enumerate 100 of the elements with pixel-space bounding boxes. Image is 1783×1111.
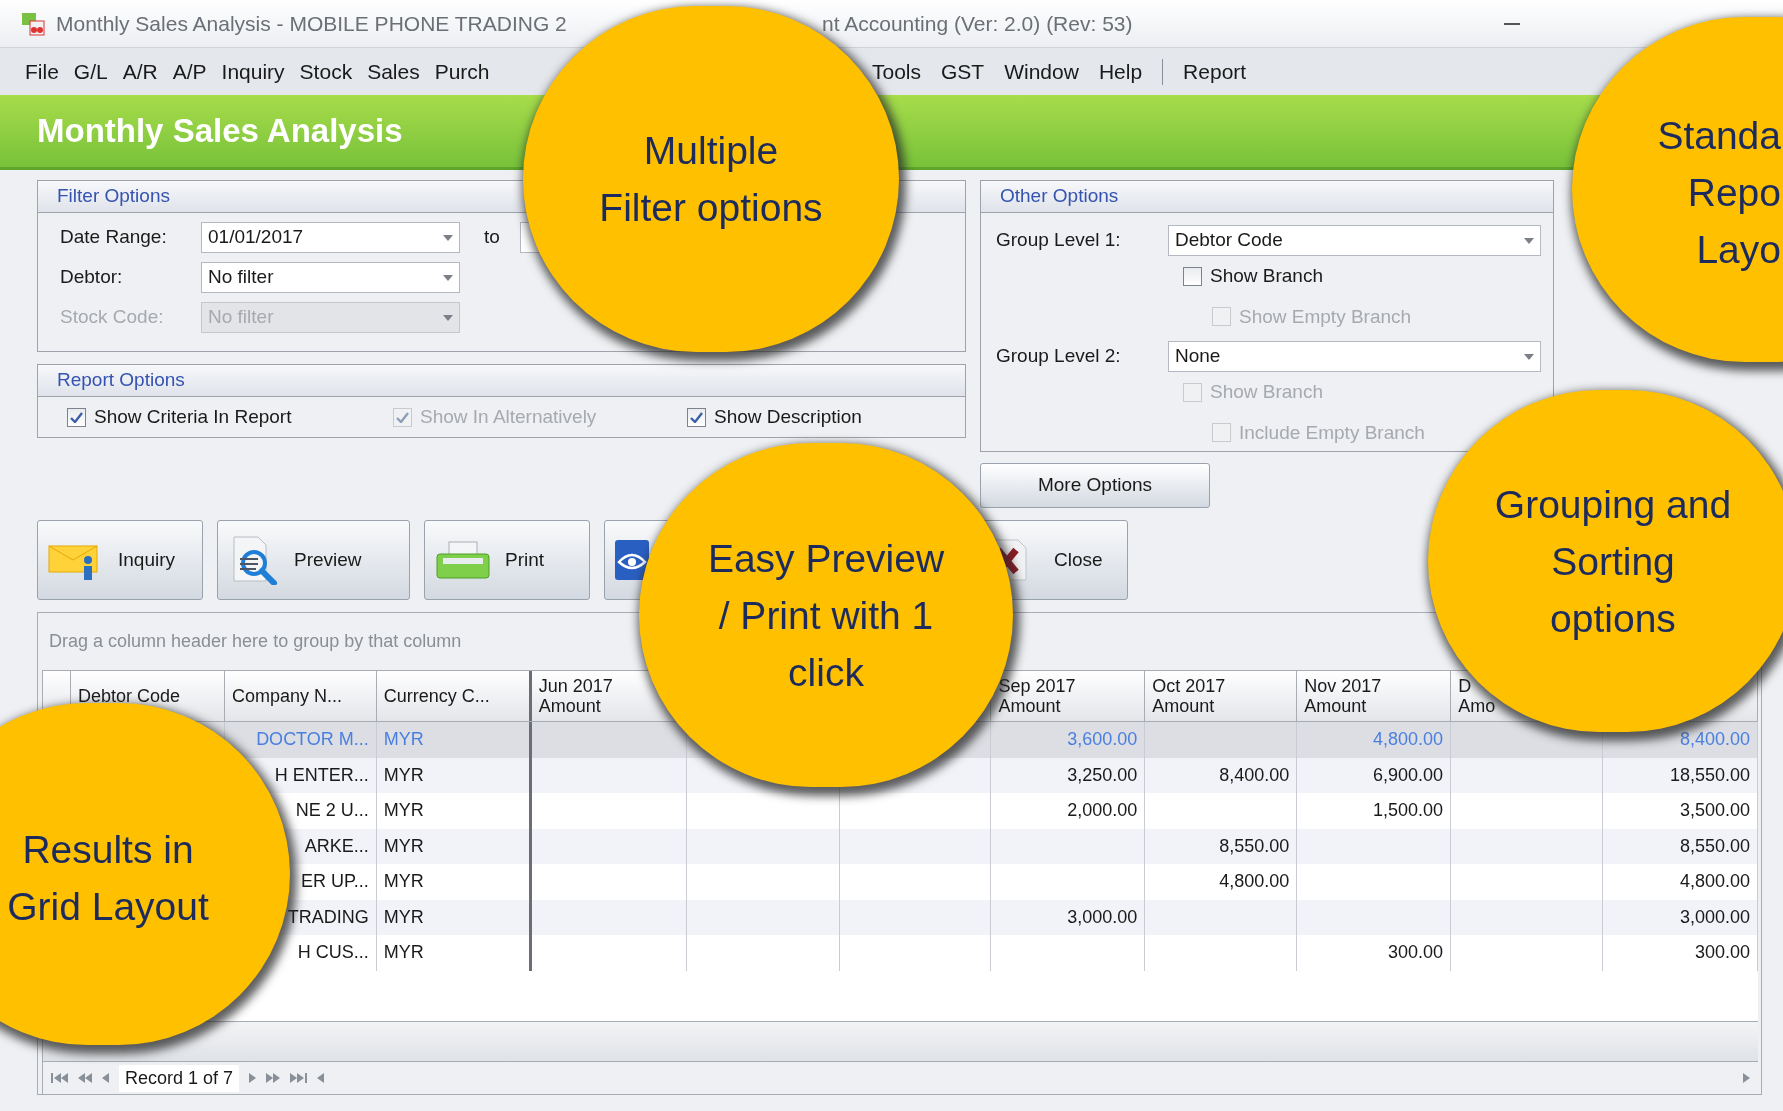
field-label: Debtor: — [60, 265, 124, 290]
callout-text: Sorting — [1551, 538, 1675, 585]
checkbox[interactable] — [67, 407, 86, 427]
table-cell-text: ARKE... — [304, 834, 369, 858]
checkbox-label: Show Branch — [1210, 264, 1323, 288]
table-cell-text: MYR — [383, 763, 424, 787]
dropdown-field[interactable]: Debtor Code — [1168, 225, 1541, 256]
table-cell-text: ER UP... — [301, 870, 369, 894]
callout-text: / Print with 1 — [718, 592, 934, 639]
next-page-icon[interactable] — [266, 1073, 281, 1083]
scroll-left-icon[interactable] — [317, 1073, 325, 1083]
table-cell-text: H ENTER... — [274, 763, 369, 787]
eye-icon — [615, 540, 649, 580]
checkbox-label: Show In Alternatively — [420, 404, 597, 429]
field-label: Stock Code: — [60, 305, 165, 330]
table-cell-text: 1,500.00 — [1373, 799, 1444, 823]
table-cell-text: MYR — [383, 941, 424, 965]
record-counter: Record 1 of 7 — [119, 1064, 240, 1092]
print-button[interactable]: Print — [424, 520, 590, 600]
scroll-right-icon[interactable] — [1743, 1073, 1750, 1083]
table-cell-text: H CUS... — [297, 941, 369, 965]
table-cell-text: TRADING — [287, 905, 369, 929]
dropdown-caret-icon — [443, 274, 453, 281]
checkbox-label: Include Empty Branch — [1239, 420, 1425, 445]
last-record-icon[interactable] — [290, 1073, 308, 1083]
menu-item[interactable]: Stock — [299, 55, 353, 88]
checkbox[interactable] — [687, 407, 706, 427]
group-by-hint: Drag a column header here to group by that column — [49, 630, 462, 653]
callout-text: Filter options — [599, 185, 823, 231]
next-record-icon[interactable] — [249, 1073, 257, 1083]
window-title: nt Accounting (Ver: 2.0) (Rev: 53) — [822, 10, 1133, 37]
table-cell-text: 3,600.00 — [1067, 728, 1138, 752]
previous-page-icon[interactable] — [78, 1073, 92, 1083]
printer-icon — [435, 540, 491, 580]
more-options-button[interactable]: More Options — [980, 463, 1210, 508]
menu-item[interactable]: Window — [1004, 55, 1079, 88]
inquiry-button[interactable]: Inquiry — [37, 520, 203, 600]
column-header[interactable]: Nov 2017 Amount — [1297, 671, 1452, 721]
menu-item[interactable]: Purch — [434, 55, 490, 88]
table-cell-text: DOCTOR M... — [256, 728, 369, 752]
field-label: Group Level 2: — [996, 344, 1122, 369]
table-cell-text: MYR — [383, 870, 424, 894]
field-label: Group Level 1: — [996, 228, 1122, 253]
table-cell-text: 2,000.00 — [1067, 799, 1138, 823]
menu-item[interactable]: GST — [941, 55, 985, 88]
page-title: Monthly Sales Analysis — [37, 111, 403, 152]
table-cell-text: MYR — [383, 905, 424, 929]
table-cell-text: 8,550.00 — [1219, 834, 1290, 858]
checkbox-label: Show Empty Branch — [1239, 304, 1412, 329]
menu-item[interactable]: G/L — [73, 55, 108, 88]
first-record-icon[interactable] — [51, 1073, 68, 1083]
range-separator: to — [484, 225, 500, 250]
table-cell-text: 3,000.00 — [1679, 905, 1750, 929]
table-cell-text: 4,800.00 — [1373, 728, 1444, 752]
dropdown-caret-icon — [1524, 237, 1534, 244]
table-cell-text: 4,800.00 — [1679, 870, 1750, 894]
table-cell-text: 3,000.00 — [1067, 905, 1138, 929]
callout-text: Multiple — [643, 128, 779, 174]
callout-text: click — [788, 649, 864, 696]
window-title: Monthly Sales Analysis - MOBILE PHONE TRADING 2 — [56, 10, 568, 37]
menu-item[interactable]: Inquiry — [221, 55, 285, 88]
menu-item[interactable]: File — [25, 55, 59, 88]
field-label: Date Range: — [60, 225, 168, 250]
table-cell-text: 300.00 — [1694, 941, 1750, 965]
group-box-title: Other Options — [1000, 184, 1119, 209]
app-icon — [20, 10, 46, 37]
column-header[interactable]: Oct 2017 Amount — [1145, 671, 1298, 721]
table-cell-text: MYR — [383, 799, 424, 823]
callout-text: Standa — [1657, 113, 1781, 159]
menu-item[interactable]: Report — [1183, 55, 1247, 88]
table-cell-text: 4,800.00 — [1219, 870, 1290, 894]
callout-text: Easy Preview — [707, 535, 945, 582]
group-box-title: Report Options — [57, 368, 185, 393]
checkbox-label: Show Branch — [1210, 380, 1323, 404]
table-cell-text: 3,250.00 — [1067, 763, 1138, 787]
menu-item[interactable]: Sales — [367, 55, 420, 88]
dropdown-field[interactable]: None — [1168, 341, 1541, 372]
table-cell-text: 6,900.00 — [1373, 763, 1444, 787]
callout-text: Grouping and — [1494, 481, 1732, 528]
table-cell-text: NE 2 U... — [295, 799, 369, 823]
menu-item[interactable]: A/P — [172, 55, 207, 88]
table-cell-text: MYR — [383, 834, 424, 858]
callout-text: options — [1550, 595, 1676, 642]
dropdown-field[interactable]: No filter — [201, 262, 460, 293]
table-cell-text: 8,400.00 — [1679, 728, 1750, 752]
table-cell-text: MYR — [383, 728, 424, 752]
table-cell-text: 300.00 — [1388, 941, 1444, 965]
column-header[interactable]: Company N... — [224, 671, 377, 721]
table-cell-text: 8,400.00 — [1219, 763, 1290, 787]
previous-record-icon[interactable] — [102, 1073, 109, 1083]
checkbox[interactable] — [1183, 266, 1202, 286]
dropdown-field[interactable]: 01/01/2017 — [201, 222, 460, 253]
group-box-title: Filter Options — [57, 184, 170, 209]
dropdown-caret-icon — [443, 234, 453, 241]
callout-text: Repo — [1687, 170, 1781, 216]
menu-item[interactable]: Help — [1098, 55, 1143, 88]
checkbox-label: Show Description — [714, 404, 862, 429]
preview-button[interactable]: Preview — [217, 520, 410, 600]
table-cell-text: 3,500.00 — [1679, 799, 1750, 823]
menu-item[interactable]: A/R — [122, 55, 158, 88]
